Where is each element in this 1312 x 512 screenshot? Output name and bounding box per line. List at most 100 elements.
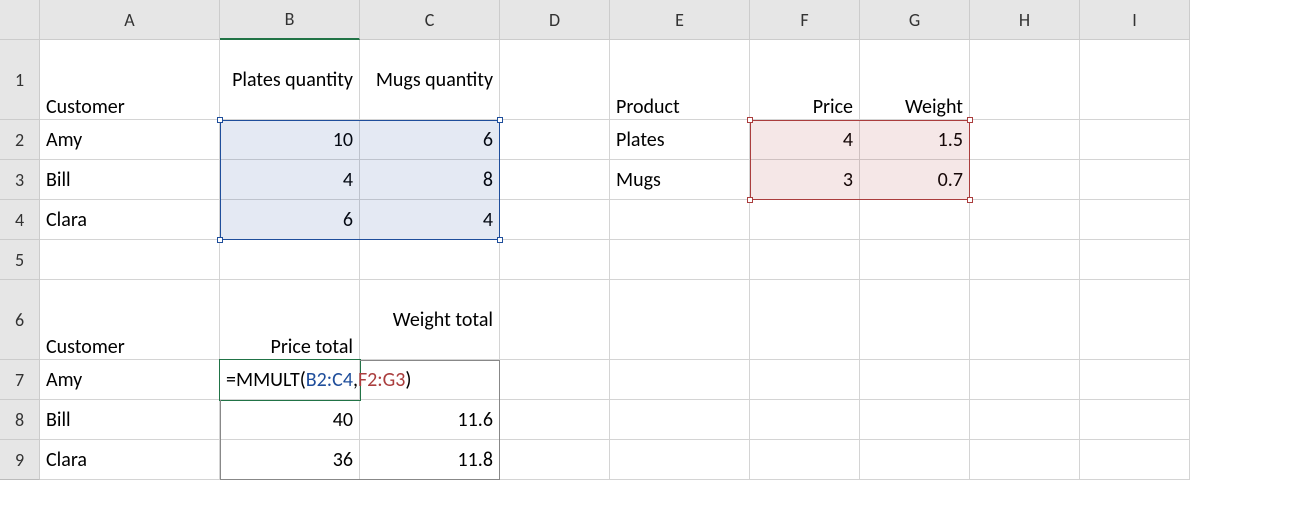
cell-E9[interactable]	[610, 440, 750, 480]
cell-A3[interactable]: Bill	[40, 160, 220, 200]
cell-G1[interactable]: Weight	[860, 40, 970, 120]
cell-F5[interactable]	[750, 240, 860, 280]
row-header-7[interactable]: 7	[0, 360, 40, 400]
cell-D1[interactable]	[500, 40, 610, 120]
cell-I4[interactable]	[1080, 200, 1190, 240]
cell-F7[interactable]	[750, 360, 860, 400]
cell-I6[interactable]	[1080, 280, 1190, 360]
cell-H6[interactable]	[970, 280, 1080, 360]
cell-I3[interactable]	[1080, 160, 1190, 200]
cell-I8[interactable]	[1080, 400, 1190, 440]
spreadsheet-grid[interactable]: A B C D E F G H I 1 Customer Plates quan…	[0, 0, 1312, 480]
cell-I5[interactable]	[1080, 240, 1190, 280]
cell-A2[interactable]: Amy	[40, 120, 220, 160]
row-header-8[interactable]: 8	[0, 400, 40, 440]
cell-F3[interactable]: 3	[750, 160, 860, 200]
cell-B7-formula[interactable]: =MMULT(B2:C4,F2:G3)	[220, 360, 360, 400]
cell-G4[interactable]	[860, 200, 970, 240]
cell-F6[interactable]	[750, 280, 860, 360]
cell-E6[interactable]	[610, 280, 750, 360]
cell-A4[interactable]: Clara	[40, 200, 220, 240]
cell-H1[interactable]	[970, 40, 1080, 120]
col-header-A[interactable]: A	[40, 0, 220, 40]
range-handle[interactable]	[967, 197, 973, 203]
cell-D7[interactable]	[500, 360, 610, 400]
cell-E2[interactable]: Plates	[610, 120, 750, 160]
cell-H5[interactable]	[970, 240, 1080, 280]
cell-C1[interactable]: Mugs quantity	[360, 40, 500, 120]
range-handle[interactable]	[217, 237, 223, 243]
cell-G2[interactable]: 1.5	[860, 120, 970, 160]
cell-D2[interactable]	[500, 120, 610, 160]
cell-E5[interactable]	[610, 240, 750, 280]
cell-D4[interactable]	[500, 200, 610, 240]
cell-D5[interactable]	[500, 240, 610, 280]
cell-C5[interactable]	[360, 240, 500, 280]
cell-B2[interactable]: 10	[220, 120, 360, 160]
cell-I2[interactable]	[1080, 120, 1190, 160]
cell-I9[interactable]	[1080, 440, 1190, 480]
cell-I1[interactable]	[1080, 40, 1190, 120]
col-header-F[interactable]: F	[750, 0, 860, 40]
cell-D6[interactable]	[500, 280, 610, 360]
cell-E8[interactable]	[610, 400, 750, 440]
cell-B8[interactable]: 40	[220, 400, 360, 440]
cell-H8[interactable]	[970, 400, 1080, 440]
cell-D8[interactable]	[500, 400, 610, 440]
col-header-D[interactable]: D	[500, 0, 610, 40]
cell-F4[interactable]	[750, 200, 860, 240]
cell-E3[interactable]: Mugs	[610, 160, 750, 200]
cell-G5[interactable]	[860, 240, 970, 280]
cell-C8[interactable]: 11.6	[360, 400, 500, 440]
cell-C3[interactable]: 8	[360, 160, 500, 200]
col-header-C[interactable]: C	[360, 0, 500, 40]
range-handle[interactable]	[747, 117, 753, 123]
cell-A8[interactable]: Bill	[40, 400, 220, 440]
cell-D3[interactable]	[500, 160, 610, 200]
cell-C9[interactable]: 11.8	[360, 440, 500, 480]
cell-F9[interactable]	[750, 440, 860, 480]
row-header-6[interactable]: 6	[0, 280, 40, 360]
cell-A5[interactable]	[40, 240, 220, 280]
cell-B6[interactable]: Price total	[220, 280, 360, 360]
cell-C2[interactable]: 6	[360, 120, 500, 160]
cell-G8[interactable]	[860, 400, 970, 440]
cell-G6[interactable]	[860, 280, 970, 360]
range-handle[interactable]	[497, 237, 503, 243]
cell-H2[interactable]	[970, 120, 1080, 160]
cell-G3[interactable]: 0.7	[860, 160, 970, 200]
cell-E7[interactable]	[610, 360, 750, 400]
row-header-9[interactable]: 9	[0, 440, 40, 480]
range-handle[interactable]	[497, 117, 503, 123]
row-header-4[interactable]: 4	[0, 200, 40, 240]
range-handle[interactable]	[217, 117, 223, 123]
cell-H3[interactable]	[970, 160, 1080, 200]
cell-B9[interactable]: 36	[220, 440, 360, 480]
cell-H9[interactable]	[970, 440, 1080, 480]
cell-A9[interactable]: Clara	[40, 440, 220, 480]
cell-D9[interactable]	[500, 440, 610, 480]
col-header-H[interactable]: H	[970, 0, 1080, 40]
range-handle[interactable]	[747, 197, 753, 203]
cell-G9[interactable]	[860, 440, 970, 480]
corner-cell[interactable]	[0, 0, 40, 40]
row-header-1[interactable]: 1	[0, 40, 40, 120]
cell-B1[interactable]: Plates quantity	[220, 40, 360, 120]
cell-A1[interactable]: Customer	[40, 40, 220, 120]
cell-C6[interactable]: Weight total	[360, 280, 500, 360]
range-handle[interactable]	[967, 117, 973, 123]
cell-H4[interactable]	[970, 200, 1080, 240]
cell-B3[interactable]: 4	[220, 160, 360, 200]
col-header-I[interactable]: I	[1080, 0, 1190, 40]
cell-F8[interactable]	[750, 400, 860, 440]
cell-H7[interactable]	[970, 360, 1080, 400]
cell-F1[interactable]: Price	[750, 40, 860, 120]
col-header-G[interactable]: G	[860, 0, 970, 40]
col-header-B[interactable]: B	[220, 0, 360, 40]
cell-C4[interactable]: 4	[360, 200, 500, 240]
cell-G7[interactable]	[860, 360, 970, 400]
cell-B5[interactable]	[220, 240, 360, 280]
row-header-5[interactable]: 5	[0, 240, 40, 280]
col-header-E[interactable]: E	[610, 0, 750, 40]
cell-A6[interactable]: Customer	[40, 280, 220, 360]
